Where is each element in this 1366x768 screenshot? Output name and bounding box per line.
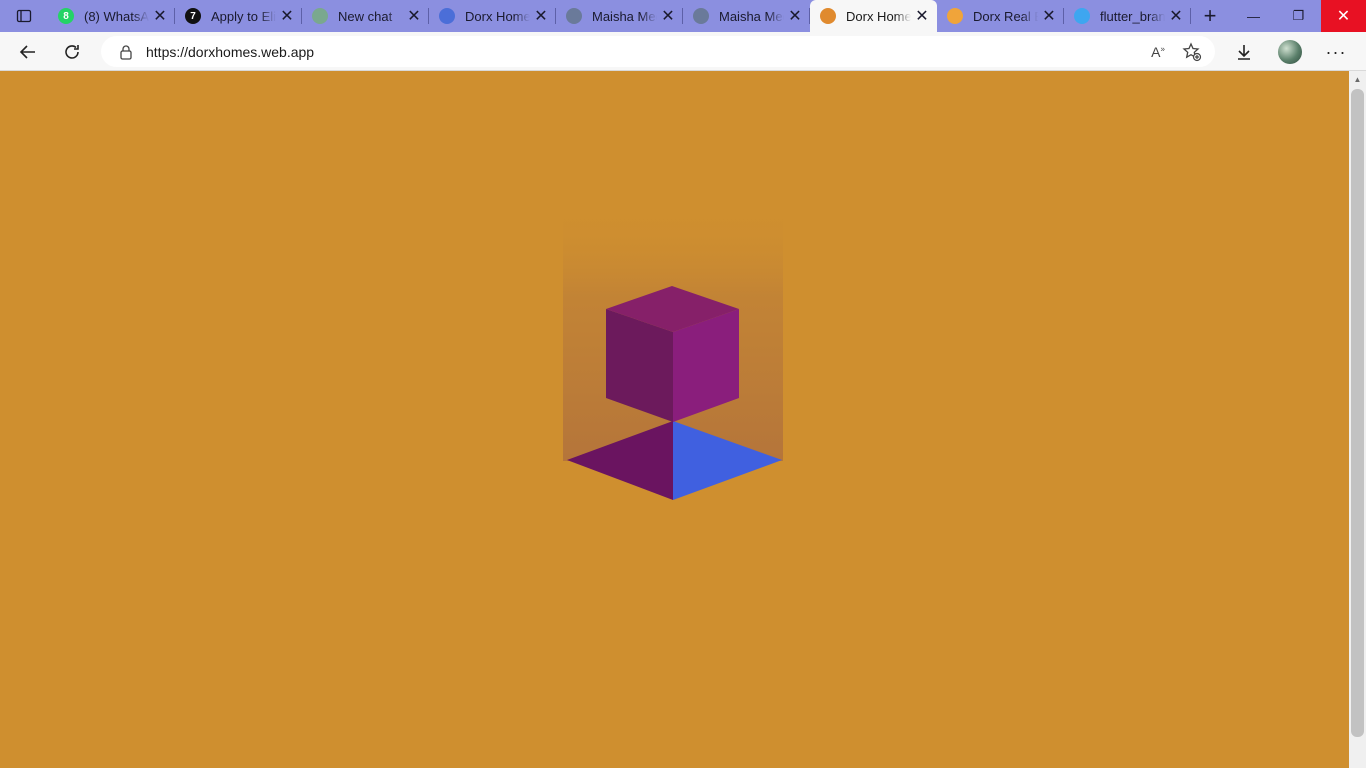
- close-tab-icon[interactable]: ✕: [657, 5, 679, 27]
- page-viewport: [0, 71, 1349, 768]
- browser-tab[interactable]: Maisha Medical✕: [556, 0, 683, 32]
- tab-title: Maisha Medical: [719, 8, 784, 24]
- minimize-icon: —: [1247, 8, 1260, 24]
- address-bar[interactable]: https://dorxhomes.web.app A»: [101, 36, 1215, 67]
- close-tab-icon[interactable]: ✕: [403, 5, 425, 27]
- app-icon: [566, 8, 582, 24]
- tab-title: Dorx Homes: [465, 8, 530, 24]
- downloads-button[interactable]: [1229, 37, 1259, 67]
- close-icon: ✕: [1336, 8, 1351, 25]
- plus-icon: +: [1203, 3, 1217, 28]
- close-tab-icon[interactable]: ✕: [911, 5, 933, 27]
- app-icon: [693, 8, 709, 24]
- back-arrow-icon: [19, 45, 35, 59]
- scroll-up-arrow-icon[interactable]: ▲: [1349, 71, 1366, 88]
- browser-tab[interactable]: New chat ✕: [302, 0, 429, 32]
- browser-tab[interactable]: 7 Apply to Elite✕: [175, 0, 302, 32]
- 3d-scene-canvas[interactable]: [0, 71, 1349, 768]
- close-tab-icon[interactable]: ✕: [276, 5, 298, 27]
- close-window-button[interactable]: ✕: [1321, 0, 1366, 32]
- browser-tab[interactable]: Dorx Homes✕: [429, 0, 556, 32]
- whatsapp-icon: 8: [58, 8, 74, 24]
- close-tab-icon[interactable]: ✕: [1038, 5, 1060, 27]
- tab-title: Apply to Elite: [211, 8, 276, 24]
- flutter-icon: [1074, 8, 1090, 24]
- tab-strip: 8(8) WhatsApp✕7Apply to Elite✕New chat✕D…: [0, 0, 1366, 32]
- play-store-icon: [439, 8, 455, 24]
- scrollbar-thumb[interactable]: [1351, 89, 1364, 737]
- close-tab-icon[interactable]: ✕: [530, 5, 552, 27]
- browser-tab[interactable]: Dorx Real Estate✕: [937, 0, 1064, 32]
- read-aloud-icon: A»: [1151, 43, 1165, 60]
- lock-icon[interactable]: [106, 44, 146, 60]
- star-add-icon: [1182, 41, 1202, 61]
- window-controls: — ❐ ✕: [1231, 0, 1366, 32]
- dorx-home-icon: [820, 8, 836, 24]
- tab-title: New chat: [338, 8, 393, 24]
- tab-title: Maisha Medical: [592, 8, 657, 24]
- restore-icon: ❐: [1292, 8, 1305, 23]
- profile-avatar[interactable]: [1278, 40, 1302, 64]
- tab-title: Dorx Real Estate: [973, 8, 1038, 24]
- browser-tab[interactable]: 8 (8) WhatsApp✕: [48, 0, 175, 32]
- new-tab-button[interactable]: +: [1193, 0, 1227, 32]
- browser-tab[interactable]: Dorx Homes✕: [810, 0, 937, 32]
- download-icon: [1238, 45, 1250, 60]
- close-tab-icon[interactable]: ✕: [1165, 5, 1187, 27]
- read-aloud-button[interactable]: A»: [1141, 37, 1175, 67]
- close-tab-icon[interactable]: ✕: [149, 5, 171, 27]
- restore-button[interactable]: ❐: [1276, 0, 1321, 32]
- settings-more-button[interactable]: ···: [1321, 37, 1351, 67]
- dorx-real-icon: [947, 8, 963, 24]
- close-tab-icon[interactable]: ✕: [784, 5, 806, 27]
- tab-actions-icon: [16, 9, 32, 23]
- tab-title: flutter_brand: [1100, 8, 1165, 24]
- browser-tab[interactable]: Maisha Medical✕: [683, 0, 810, 32]
- openai-icon: [312, 8, 328, 24]
- page-scrollbar[interactable]: ▲: [1349, 71, 1366, 768]
- more-dots-icon: ···: [1325, 41, 1347, 62]
- add-favorite-button[interactable]: [1175, 37, 1209, 67]
- refresh-button[interactable]: [57, 37, 87, 67]
- browser-toolbar: https://dorxhomes.web.app A» ···: [0, 32, 1366, 71]
- minimize-button[interactable]: —: [1231, 0, 1276, 32]
- browser-tab[interactable]: flutter_brand✕: [1064, 0, 1191, 32]
- back-button[interactable]: [13, 37, 43, 67]
- tab-title: (8) WhatsApp: [84, 8, 149, 24]
- url-text[interactable]: https://dorxhomes.web.app: [146, 44, 1141, 60]
- tab-title: Dorx Homes: [846, 8, 911, 24]
- seven-icon: 7: [185, 8, 201, 24]
- tab-list: 8(8) WhatsApp✕7Apply to Elite✕New chat✕D…: [48, 0, 1191, 32]
- tab-actions-button[interactable]: [0, 0, 48, 32]
- refresh-icon: [65, 45, 79, 59]
